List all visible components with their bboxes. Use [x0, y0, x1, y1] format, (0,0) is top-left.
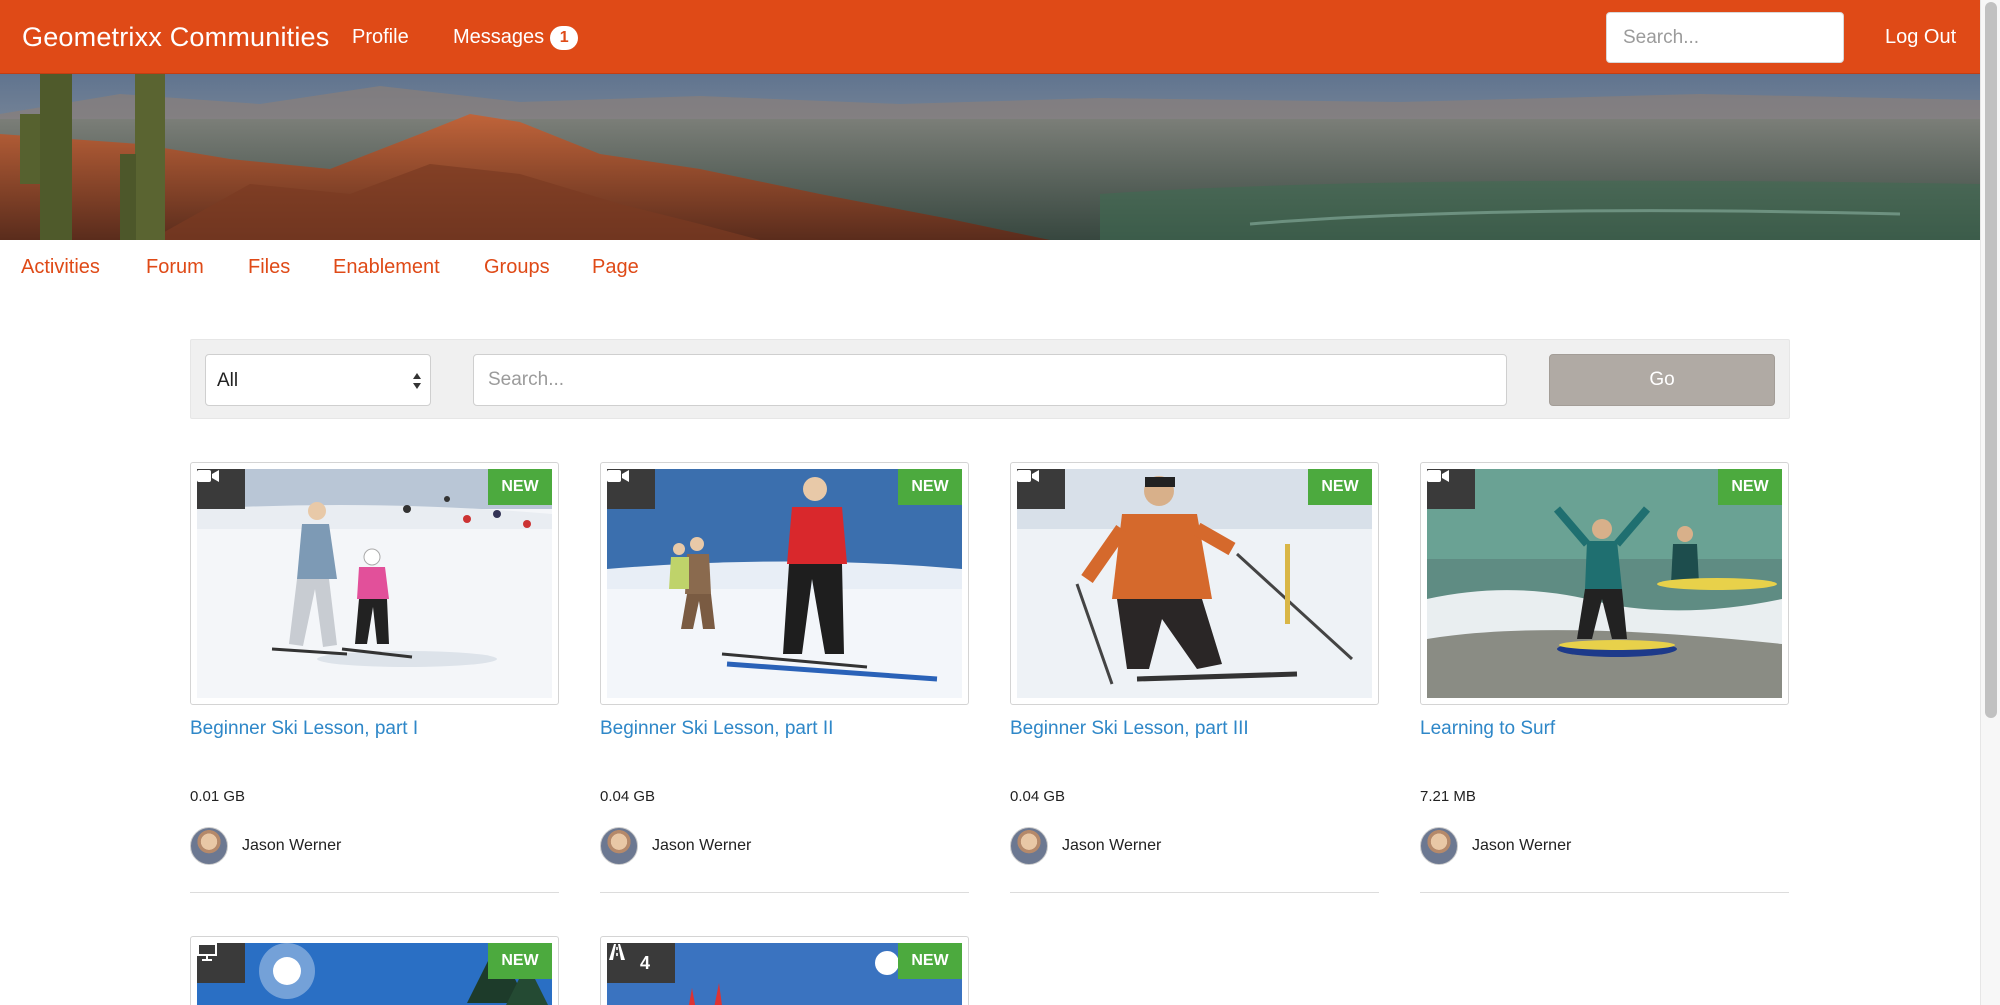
- tab-page[interactable]: Page: [592, 256, 639, 279]
- file-filter-bar: All Go: [190, 339, 1790, 419]
- file-title-link[interactable]: Beginner Ski Lesson, part III: [1010, 718, 1249, 740]
- new-badge: NEW: [898, 469, 962, 505]
- top-navbar: Geometrixx Communities Profile Messages 1…: [0, 0, 1980, 74]
- new-badge: NEW: [1308, 469, 1372, 505]
- file-size: 7.21 MB: [1420, 788, 1476, 805]
- file-thumbnail: NEW: [1017, 469, 1372, 698]
- author-name[interactable]: Jason Werner: [242, 837, 341, 855]
- header-search-input[interactable]: [1606, 12, 1844, 63]
- author-name[interactable]: Jason Werner: [1062, 837, 1161, 855]
- file-size: 0.04 GB: [600, 788, 656, 805]
- avatar[interactable]: [1010, 827, 1048, 865]
- file-author[interactable]: Jason Werner: [1420, 827, 1571, 865]
- tab-enablement[interactable]: Enablement: [333, 256, 440, 279]
- file-thumbnail: NEW: [197, 943, 552, 1005]
- avatar[interactable]: [1420, 827, 1458, 865]
- file-title-link[interactable]: Learning to Surf: [1420, 718, 1555, 740]
- tab-files[interactable]: Files: [248, 256, 290, 279]
- avatar[interactable]: [190, 827, 228, 865]
- file-search-input[interactable]: [473, 354, 1507, 406]
- file-thumbnail: NEW: [1427, 469, 1782, 698]
- select-arrows-icon: [413, 373, 421, 389]
- file-author[interactable]: Jason Werner: [1010, 827, 1161, 865]
- avatar[interactable]: [600, 827, 638, 865]
- file-thumbnail: NEW: [197, 469, 552, 698]
- file-size: 0.01 GB: [190, 788, 246, 805]
- file-title-link[interactable]: Beginner Ski Lesson, part I: [190, 718, 418, 740]
- card-divider: [1010, 892, 1379, 893]
- file-thumbnail-frame[interactable]: NEW: [190, 936, 559, 1005]
- file-thumbnail-frame[interactable]: 4 NEW: [600, 936, 969, 1005]
- nav-profile-link[interactable]: Profile: [352, 0, 409, 74]
- card-divider: [600, 892, 969, 893]
- file-thumbnail-frame[interactable]: NEW: [1010, 462, 1379, 705]
- file-thumbnail-frame[interactable]: NEW: [1420, 462, 1789, 705]
- file-title-link[interactable]: Beginner Ski Lesson, part II: [600, 718, 833, 740]
- new-badge: NEW: [488, 943, 552, 979]
- video-camera-icon: [1017, 469, 1065, 509]
- file-type-select[interactable]: All: [205, 354, 431, 406]
- nav-messages-label: Messages: [453, 26, 545, 48]
- go-button[interactable]: Go: [1549, 354, 1775, 406]
- video-camera-icon: [607, 469, 655, 509]
- card-divider: [190, 892, 559, 893]
- presentation-icon: [197, 943, 245, 983]
- file-type-select-value: All: [217, 370, 239, 391]
- community-navigation: Activities Forum Files Enablement Groups…: [0, 240, 1980, 298]
- scrollbar-thumb[interactable]: [1985, 2, 1997, 718]
- nav-messages-link[interactable]: Messages 1: [453, 0, 579, 74]
- tab-groups[interactable]: Groups: [484, 256, 550, 279]
- video-camera-icon: [1427, 469, 1475, 509]
- file-size: 0.04 GB: [1010, 788, 1066, 805]
- file-thumbnail: 4 NEW: [607, 943, 962, 1005]
- file-thumbnail-frame[interactable]: NEW: [190, 462, 559, 705]
- new-badge: NEW: [898, 943, 962, 979]
- desert-landscape-illustration: [0, 74, 1980, 240]
- brand-link[interactable]: Geometrixx Communities: [22, 0, 329, 74]
- file-thumbnail-frame[interactable]: NEW: [600, 462, 969, 705]
- messages-count-badge: 1: [550, 26, 579, 50]
- learning-path-icon: 4: [607, 943, 675, 983]
- file-author[interactable]: Jason Werner: [600, 827, 751, 865]
- file-thumbnail: NEW: [607, 469, 962, 698]
- new-badge: NEW: [488, 469, 552, 505]
- video-camera-icon: [197, 469, 245, 509]
- new-badge: NEW: [1718, 469, 1782, 505]
- page-scrollbar[interactable]: [1980, 0, 2000, 1005]
- tab-activities[interactable]: Activities: [21, 256, 100, 279]
- card-divider: [1420, 892, 1789, 893]
- file-author[interactable]: Jason Werner: [190, 827, 341, 865]
- author-name[interactable]: Jason Werner: [1472, 837, 1571, 855]
- tab-forum[interactable]: Forum: [146, 256, 204, 279]
- author-name[interactable]: Jason Werner: [652, 837, 751, 855]
- community-banner-image: [0, 74, 1980, 240]
- logout-link[interactable]: Log Out: [1885, 0, 1956, 74]
- learning-path-count: 4: [639, 952, 650, 973]
